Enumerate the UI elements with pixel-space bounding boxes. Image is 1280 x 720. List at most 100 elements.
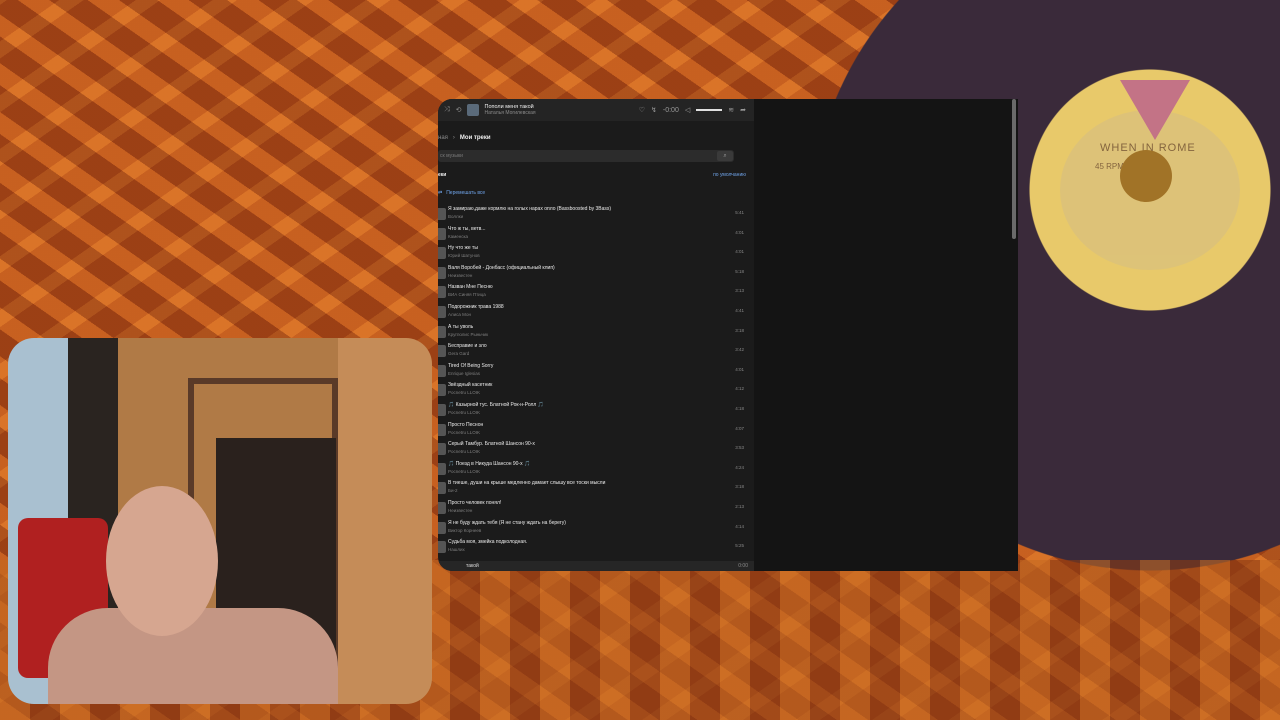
track-cover[interactable]	[438, 208, 446, 220]
track-duration: 5:41	[735, 210, 744, 215]
track-artist[interactable]: Би-2	[448, 488, 605, 493]
track-cover[interactable]	[438, 423, 446, 436]
search-placeholder: ск музыки	[440, 153, 463, 159]
track-title: Серый Тамбур. Блатной Шансон 90-х	[448, 441, 535, 448]
track-duration: 4:14	[735, 523, 744, 529]
track-artist[interactable]: Кругполис Рыньчик	[448, 332, 488, 337]
track-row[interactable]: Подорожник трава 1988 Алиса Мон 4:41	[438, 304, 748, 324]
track-duration: 4:07	[735, 425, 744, 431]
track-cover[interactable]	[438, 482, 446, 495]
track-row[interactable]: Серый Тамбур. Блатной Шансон 90-х Pocnetr…	[438, 441, 748, 461]
music-app-window: ⤨ ⟲ Пополи меня такой Наталья Могилевска…	[438, 99, 1018, 571]
track-cover[interactable]	[438, 364, 446, 377]
album-cover[interactable]	[467, 104, 480, 116]
track-artist[interactable]: Pocnetru LLOIK	[448, 390, 492, 395]
webcam-overlay	[8, 338, 432, 704]
track-title: Я замираю,даже кормлю на голых нарах опл…	[448, 206, 612, 212]
track-cover[interactable]	[438, 325, 446, 338]
track-artist[interactable]: Юрий Шатунов	[448, 253, 480, 258]
dislike-icon[interactable]: ♡	[639, 106, 645, 114]
track-row[interactable]: Звёздный касетник Pocnetru LLOIK 4:12	[438, 382, 748, 402]
sort-dropdown[interactable]: по умолчанию	[713, 172, 746, 178]
player-bar: ⤨ ⟲ Пополи меня такой Наталья Могилевска…	[438, 99, 754, 121]
track-artist[interactable]: Pocnetru LLOIK	[448, 410, 544, 415]
track-row[interactable]: Назван Мне Песню ВИА Синяя Птица 3:13	[438, 284, 748, 304]
track-cover[interactable]	[438, 345, 446, 358]
track-cover[interactable]	[438, 266, 446, 279]
track-cover[interactable]	[438, 305, 446, 318]
track-artist[interactable]: Виктор Корнеев	[448, 528, 566, 533]
track-row[interactable]: Бесправие и зло Gera Gard 3:42	[438, 343, 748, 363]
track-artist[interactable]: Неизвестен	[448, 273, 555, 278]
track-duration: 3:18	[735, 484, 744, 490]
track-cover[interactable]	[438, 227, 446, 240]
track-duration: 3:53	[735, 445, 744, 451]
track-duration: 3:13	[735, 288, 744, 294]
search-icon[interactable]: ⌕	[717, 151, 733, 161]
time-display: -0:00	[662, 106, 679, 114]
track-title: Звёздный касетник	[448, 382, 493, 389]
track-title: Tired Of Being Sorry	[448, 362, 494, 369]
search-field[interactable]: ск музыки ⌕	[438, 150, 734, 162]
scrollbar[interactable]	[1012, 99, 1016, 239]
track-artist[interactable]: ВИА Синяя Птица	[448, 292, 493, 297]
track-row[interactable]: Что ж ты, ветв... Каменска 4:01	[438, 226, 748, 246]
repeat-icon[interactable]: ⟲	[456, 106, 462, 114]
bottom-track-title: такой	[466, 563, 479, 569]
track-row[interactable]: Я не буду ждать тебя (Я не стану ждать н…	[438, 520, 748, 540]
broadcast-icon[interactable]: ↯	[651, 106, 657, 114]
bottom-track-bar[interactable]: такой 0:00	[438, 561, 754, 571]
track-duration: 4:01	[735, 366, 744, 372]
track-cover[interactable]	[438, 541, 446, 554]
track-row[interactable]: Просто человек понял! Неизвестен 2:13	[438, 500, 748, 520]
track-duration: 5:18	[735, 268, 744, 274]
track-artist[interactable]: Алиса Мон	[448, 312, 504, 317]
volume-slider[interactable]	[696, 109, 723, 111]
track-artist[interactable]: Воллки	[448, 214, 611, 219]
track-artist[interactable]: Нашлих	[448, 547, 527, 552]
track-cover[interactable]	[438, 443, 446, 456]
track-cover[interactable]	[438, 286, 446, 299]
track-artist[interactable]: Pocnetru LLOIK	[448, 449, 535, 454]
track-title: Бесправие и зло	[448, 343, 487, 350]
breadcrumb-parent[interactable]: ная	[438, 135, 448, 141]
track-cover[interactable]	[438, 501, 446, 514]
track-artist[interactable]: Pocnetru LLOIK	[448, 469, 530, 474]
track-row[interactable]: А ты уволь Кругполис Рыньчик 3:18	[438, 324, 748, 344]
track-row[interactable]: Судьба моя, змейка подколодная. Нашлих 5:2…	[438, 539, 748, 559]
track-cover[interactable]	[438, 384, 446, 397]
bottom-track-duration: 0:00	[738, 563, 748, 569]
track-title: Просто Песнон	[448, 421, 484, 428]
track-artist[interactable]: Gera Gard	[448, 351, 487, 356]
track-row[interactable]: Валя Воробей - Донбасс (официальный клип…	[438, 265, 748, 285]
track-artist[interactable]: Каменска	[448, 234, 485, 239]
breadcrumb: ная › Мои треки	[438, 135, 491, 141]
share-icon[interactable]: ➦	[740, 106, 746, 114]
track-row[interactable]: 🎵 Казырной тус. Блатной Рок-н-Ролл 🎵 Pocn…	[438, 402, 748, 422]
track-title: Просто человек понял!	[448, 499, 502, 506]
track-artist[interactable]: Pocnetru LLOIK	[448, 430, 483, 435]
track-title: А ты уволь	[448, 323, 474, 330]
track-list: Я замираю,даже кормлю на голых нарах опл…	[438, 206, 748, 559]
audio-wave-icon[interactable]: ≋	[728, 106, 734, 114]
track-cover[interactable]	[438, 403, 446, 416]
track-row[interactable]: Ну что же ты Юрий Шатунов 4:01	[438, 245, 748, 265]
breadcrumb-separator: ›	[452, 135, 455, 141]
track-row[interactable]: 🎵 Поезд в Никуда Шансон 90-х 🎵 Pocnetru L…	[438, 461, 748, 481]
track-duration: 4:01	[735, 229, 744, 235]
track-duration: 4:41	[735, 307, 744, 313]
track-artist[interactable]: Неизвестен	[448, 508, 501, 513]
track-title: 🎵 Казырной тус. Блатной Рок-н-Ролл 🎵	[448, 401, 544, 408]
shuffle-all-button[interactable]: ⇄ Перемешать все	[438, 190, 485, 196]
track-cover[interactable]	[438, 521, 446, 534]
shuffle-icon[interactable]: ⤨	[444, 106, 450, 114]
shuffle-all-label: Перемешать все	[446, 190, 486, 196]
track-artist[interactable]: Enrique Iglesias	[448, 371, 493, 376]
volume-icon[interactable]: ◁	[685, 106, 690, 114]
track-row[interactable]: Tired Of Being Sorry Enrique Iglesias 4:01	[438, 363, 748, 383]
track-cover[interactable]	[438, 462, 446, 475]
track-row[interactable]: Просто Песнон Pocnetru LLOIK 4:07	[438, 422, 748, 442]
track-row[interactable]: В тиеше, души на крыше медленно дамает с…	[438, 480, 748, 500]
track-row[interactable]: Я замираю,даже кормлю на голых нарах опл…	[438, 206, 748, 226]
track-cover[interactable]	[438, 247, 446, 260]
